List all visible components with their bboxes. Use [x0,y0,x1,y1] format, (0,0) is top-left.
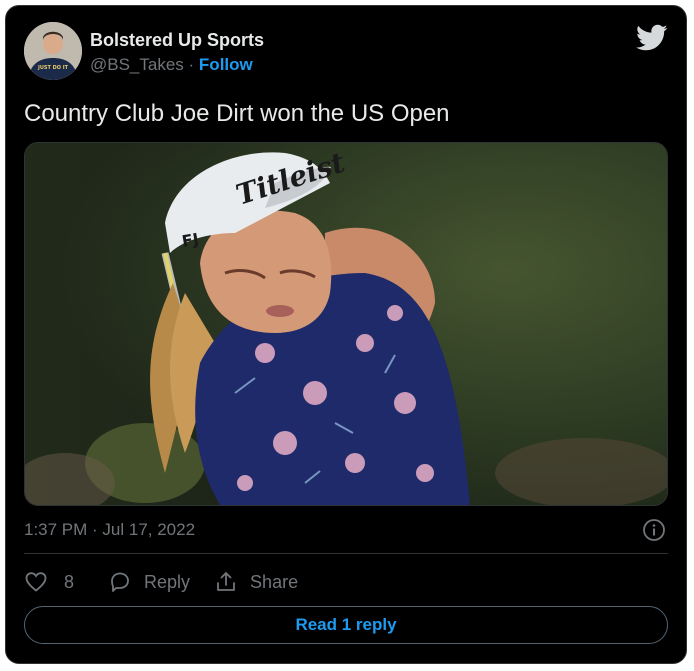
divider [24,553,668,554]
tweet-photo[interactable]: Titleist FJ [24,142,668,506]
handle-row: @BS_Takes · Follow [90,55,253,75]
tweet-text: Country Club Joe Dirt won the US Open [24,100,450,127]
like-button[interactable]: 8 [24,570,74,594]
author-handle[interactable]: @BS_Takes [90,55,184,74]
svg-text:JUST DO IT: JUST DO IT [37,65,69,71]
reply-bubble-icon [111,572,129,592]
reply-label: Reply [144,571,191,592]
tweet-card: JUST DO IT Bolstered Up Sports @BS_Takes… [5,5,687,664]
author-name[interactable]: Bolstered Up Sports [90,30,264,51]
info-icon[interactable] [642,518,666,542]
tweet-timestamp[interactable]: 1:37 PM · Jul 17, 2022 [24,520,195,540]
read-replies-button[interactable]: Read 1 reply [24,606,668,644]
handle-separator: · [183,55,199,74]
share-icon [217,572,235,591]
share-label: Share [250,571,299,592]
avatar-image: JUST DO IT [24,22,82,80]
action-bar: 8 Reply Share [24,567,322,597]
like-count: 8 [64,571,75,592]
follow-button[interactable]: Follow [199,55,253,74]
reply-button[interactable]: Reply [108,570,190,594]
heart-icon [25,572,47,592]
svg-text:FJ: FJ [180,229,200,251]
avatar[interactable]: JUST DO IT [24,22,82,80]
golfer-photo: Titleist FJ [25,143,667,505]
twitter-bird-icon[interactable] [636,24,668,52]
share-button[interactable]: Share [214,570,298,594]
